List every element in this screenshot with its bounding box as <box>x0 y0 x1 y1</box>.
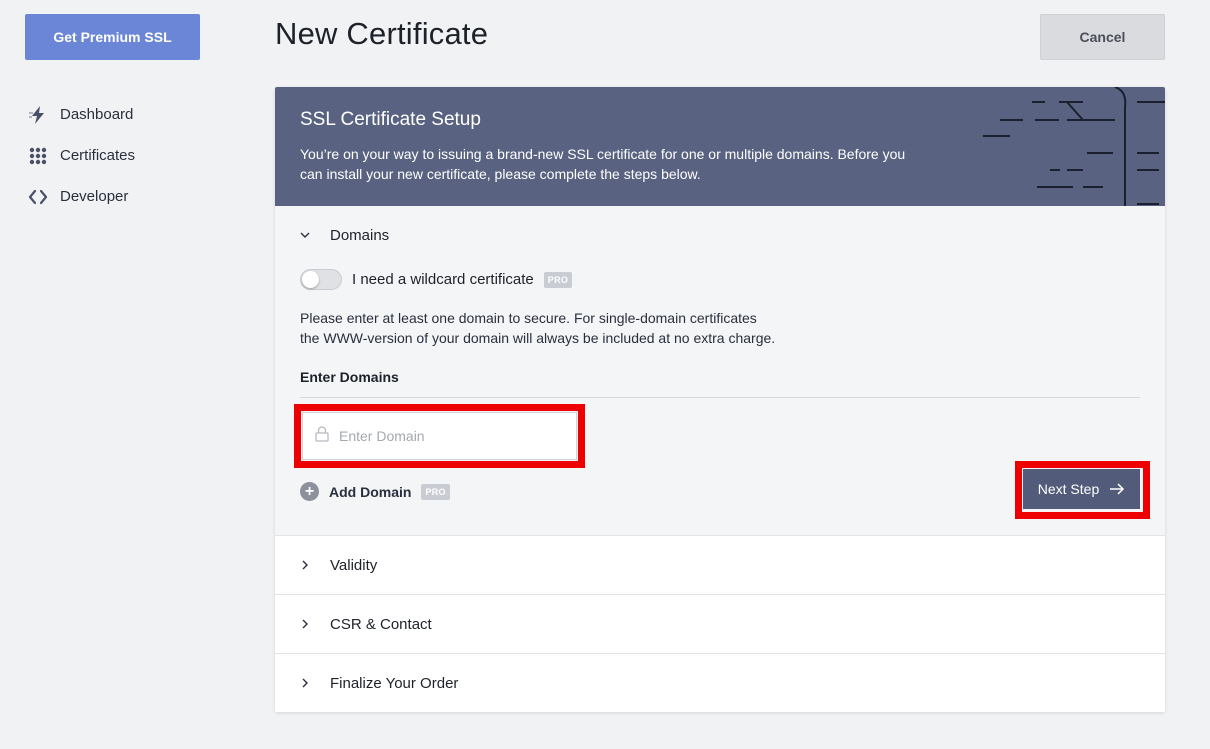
domain-input[interactable] <box>339 428 559 444</box>
sidebar-nav: Dashboard Certificates Developer <box>26 94 135 217</box>
plus-icon: + <box>300 482 319 501</box>
domains-help-text: Please enter at least one domain to secu… <box>300 308 860 348</box>
domain-input-highlight <box>294 404 585 468</box>
domains-section: Domains I need a wildcard certificate PR… <box>275 206 1165 536</box>
add-domain-label: Add Domain <box>329 483 412 500</box>
validity-section-header[interactable]: Validity <box>275 536 1165 594</box>
pro-badge: PRO <box>421 483 450 500</box>
lightning-icon <box>26 103 50 127</box>
sidebar-item-certificates[interactable]: Certificates <box>26 135 135 176</box>
wildcard-toggle[interactable] <box>300 269 342 290</box>
certificate-setup-card: SSL Certificate Setup You’re on your way… <box>275 87 1165 712</box>
add-domain-button[interactable]: + Add Domain PRO <box>300 482 450 501</box>
toggle-knob <box>302 271 319 288</box>
sidebar-item-dashboard[interactable]: Dashboard <box>26 94 135 135</box>
next-step-highlight: Next Step <box>1015 461 1150 519</box>
sidebar-item-label: Certificates <box>60 147 136 164</box>
sidebar-item-developer[interactable]: Developer <box>26 176 135 217</box>
cancel-button[interactable]: Cancel <box>1040 14 1165 60</box>
next-step-label: Next Step <box>1037 481 1100 497</box>
sidebar-item-label: Developer <box>60 188 129 205</box>
section-title: Domains <box>330 226 390 244</box>
chevron-right-icon <box>299 618 311 630</box>
enter-domains-label: Enter Domains <box>300 369 399 385</box>
csr-contact-section: CSR & Contact <box>275 595 1165 654</box>
help-text-line: the WWW-version of your domain will alwa… <box>300 330 776 346</box>
validity-section: Validity <box>275 536 1165 595</box>
card-header: SSL Certificate Setup You’re on your way… <box>275 87 1165 206</box>
pro-badge: PRO <box>543 271 573 288</box>
chevron-right-icon <box>299 559 311 571</box>
finalize-order-section: Finalize Your Order <box>275 654 1165 712</box>
section-title: Finalize Your Order <box>330 674 459 692</box>
domain-input-container <box>302 412 577 460</box>
decorative-lines-graphic <box>983 87 1165 206</box>
chevron-right-icon <box>299 677 311 689</box>
card-description: You’re on your way to issuing a brand-ne… <box>300 146 906 182</box>
divider <box>300 397 1140 398</box>
grid-icon <box>26 144 50 168</box>
code-icon <box>26 185 50 209</box>
finalize-order-section-header[interactable]: Finalize Your Order <box>275 654 1165 712</box>
next-step-button[interactable]: Next Step <box>1023 469 1140 509</box>
wildcard-row: I need a wildcard certificate PRO <box>300 269 573 290</box>
get-premium-ssl-button[interactable]: Get Premium SSL <box>25 14 200 60</box>
section-title: Validity <box>330 556 378 574</box>
arrow-right-icon <box>1109 483 1125 495</box>
chevron-down-icon <box>299 229 311 241</box>
csr-contact-section-header[interactable]: CSR & Contact <box>275 595 1165 653</box>
wildcard-label: I need a wildcard certificate <box>352 271 534 288</box>
domains-section-header[interactable]: Domains <box>275 206 1165 264</box>
help-text-line: Please enter at least one domain to secu… <box>300 310 757 326</box>
section-title: CSR & Contact <box>330 615 432 633</box>
page-title: New Certificate <box>275 16 489 51</box>
lock-icon <box>315 425 329 447</box>
sidebar-item-label: Dashboard <box>60 106 134 123</box>
